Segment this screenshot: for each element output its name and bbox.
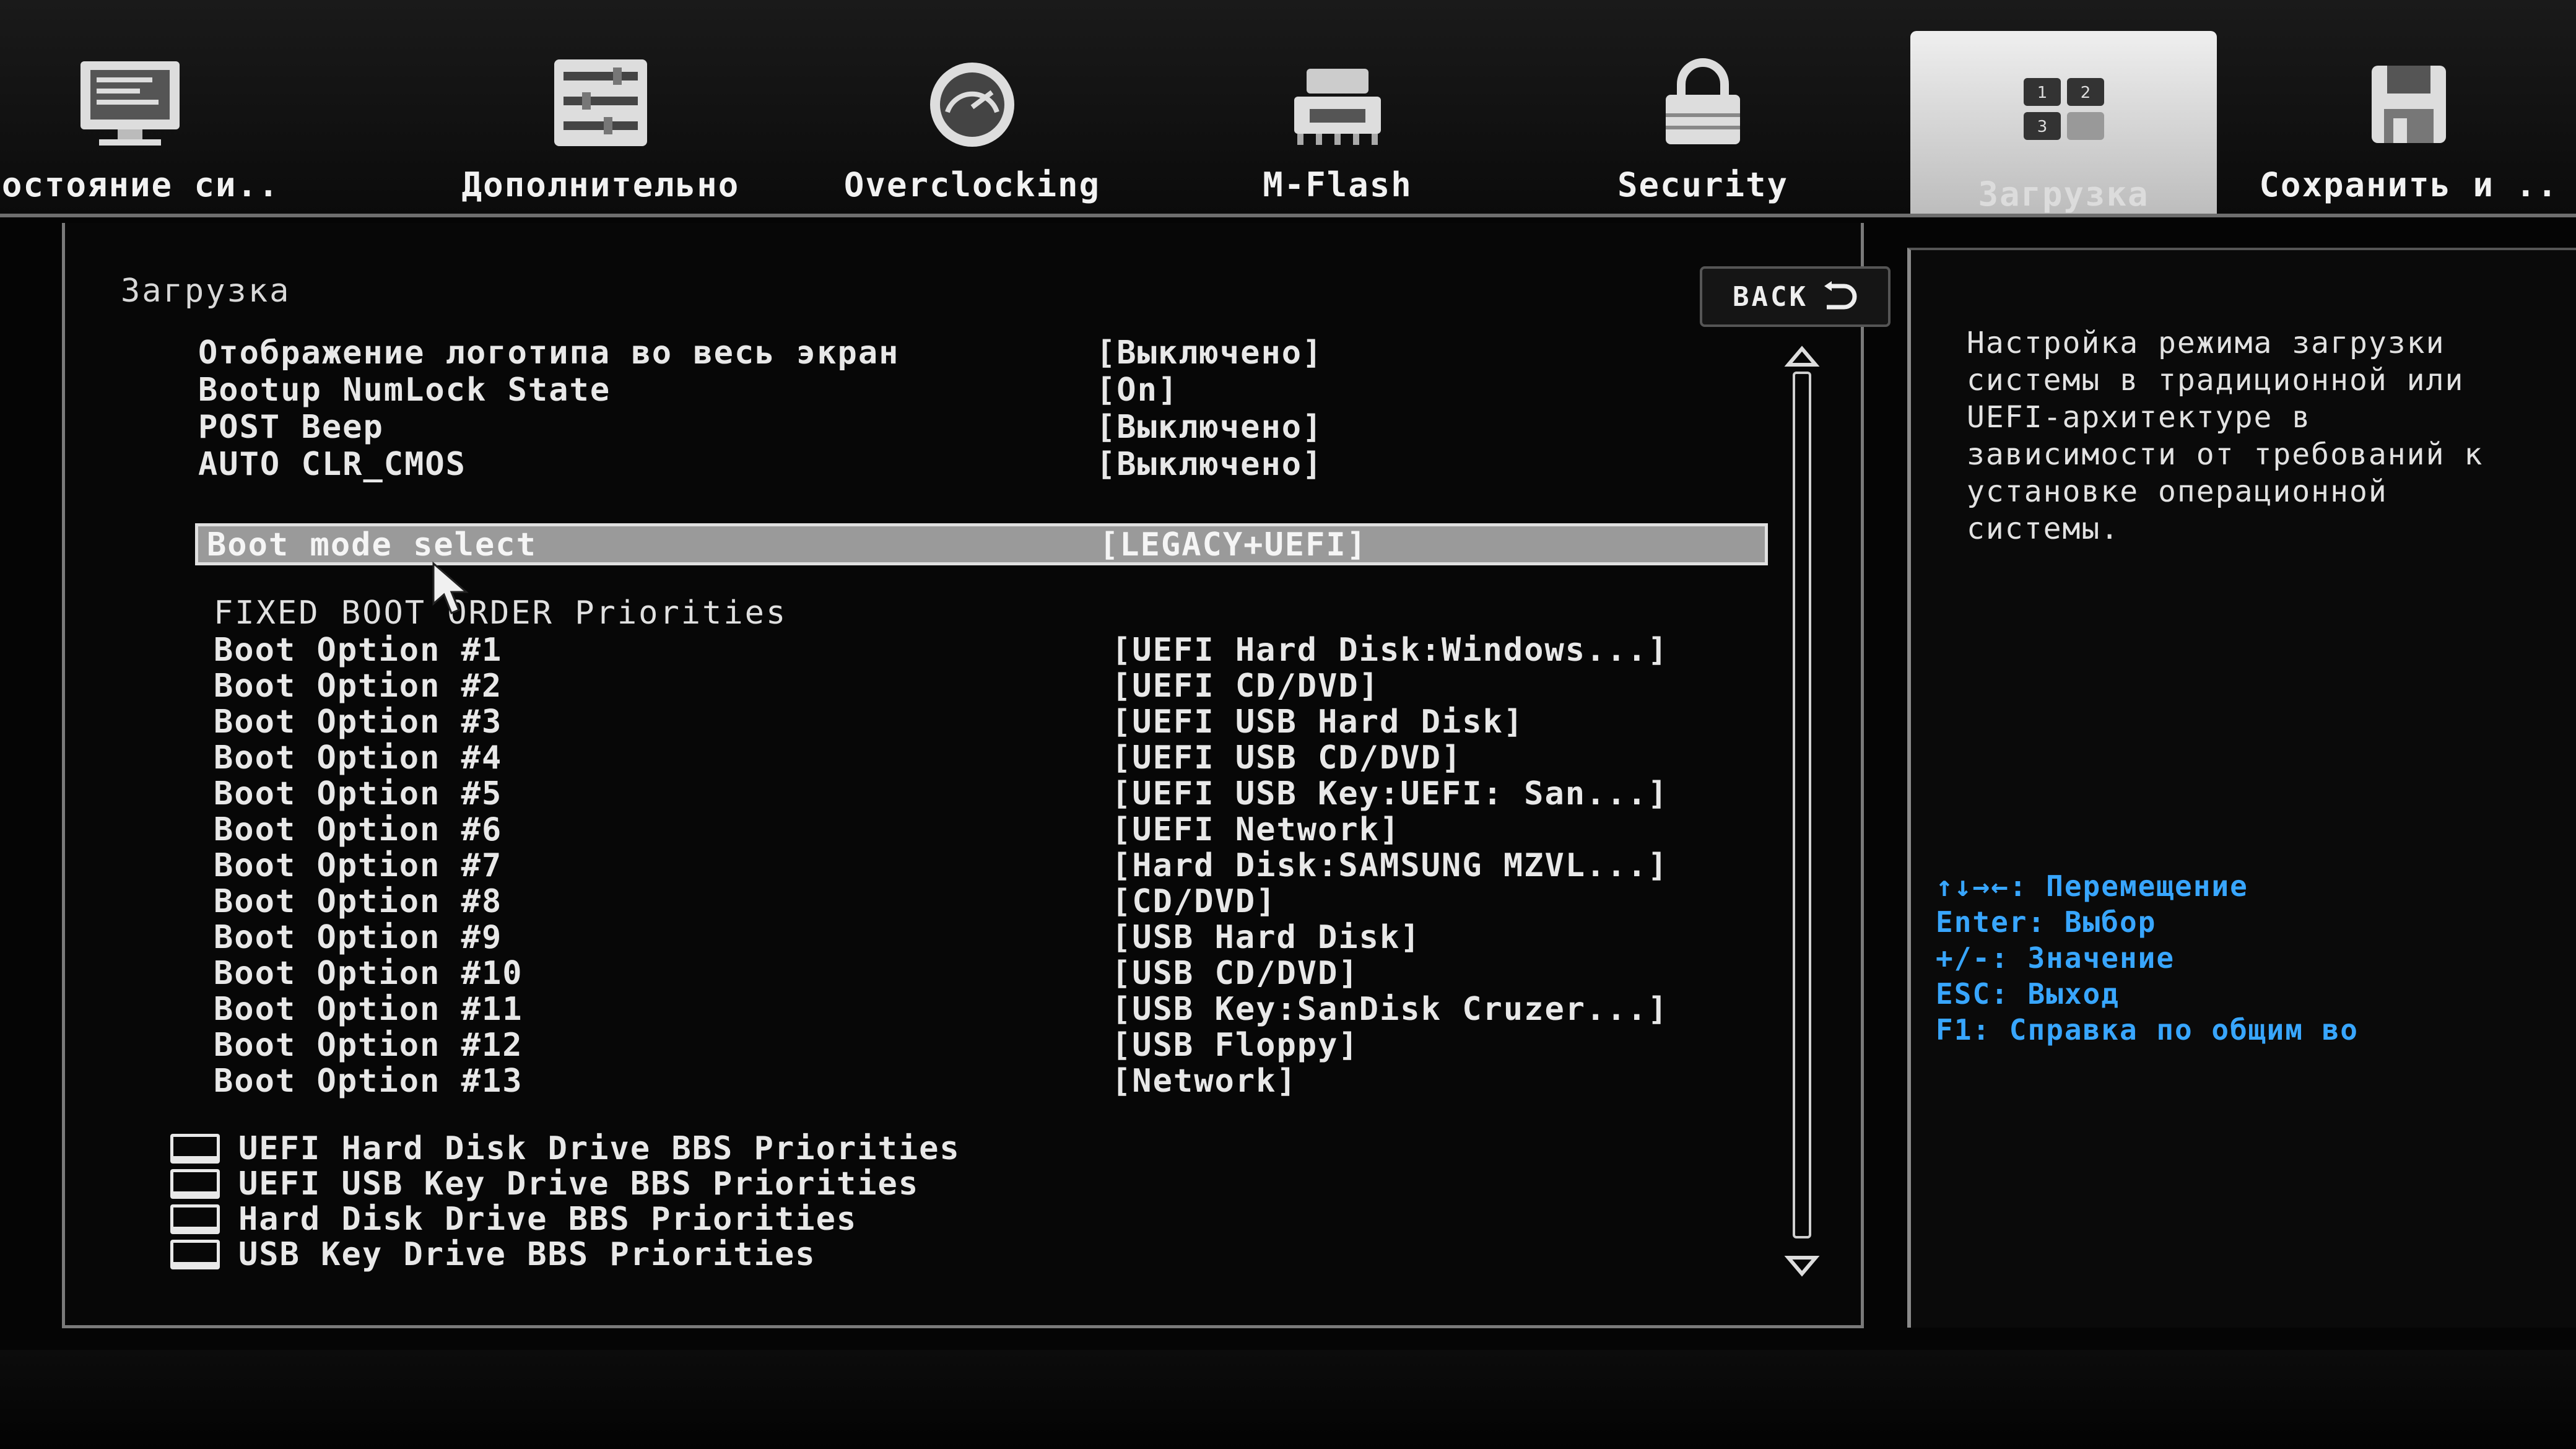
tab-label: Состояние си..: [0, 165, 280, 204]
boot-option-name: Boot Option #7: [214, 847, 503, 884]
top-tab-bar: Состояние си.. Дополнительно Overclockin…: [0, 0, 2576, 217]
boot-option-value[interactable]: [UEFI Hard Disk:Windows...]: [1112, 632, 1668, 669]
setting-value[interactable]: [On]: [1096, 372, 1178, 409]
boot-option-value[interactable]: [USB Floppy]: [1112, 1027, 1359, 1064]
submenu-label: USB Key Drive BBS Priorities: [238, 1236, 816, 1273]
scroll-down-arrow-icon[interactable]: [1783, 1254, 1821, 1279]
help-panel: Настройка режима загрузки системы в трад…: [1907, 248, 2576, 1328]
boot-option-value[interactable]: [UEFI CD/DVD]: [1112, 668, 1380, 705]
tab-m-flash[interactable]: M-Flash: [1214, 19, 1461, 204]
tab-label: Дополнительно: [461, 165, 740, 204]
setting-value[interactable]: [Выключено]: [1096, 334, 1323, 372]
back-label: BACK: [1733, 281, 1808, 313]
boot-option-value[interactable]: [UEFI Network]: [1112, 811, 1400, 848]
help-description: Настройка режима загрузки системы в трад…: [1967, 326, 2484, 546]
submenu-uefi-hdd-bbs[interactable]: UEFI Hard Disk Drive BBS Priorities: [170, 1130, 960, 1167]
submenu-label: Hard Disk Drive BBS Priorities: [238, 1201, 858, 1238]
tab-label: Overclocking: [843, 165, 1101, 204]
return-arrow-icon: [1824, 281, 1857, 310]
section-title: Загрузка: [121, 272, 291, 310]
hint-enter: Enter: Выбор: [1936, 905, 2157, 939]
boot-option-name: Boot Option #10: [214, 955, 523, 992]
setting-name: Отображение логотипа во весь экран: [198, 334, 900, 372]
gauge-icon: [930, 63, 1014, 147]
tab-label: Сохранить и ..: [2259, 165, 2559, 204]
scroll-up-arrow-icon[interactable]: [1783, 344, 1821, 368]
boot-option-value[interactable]: [USB Key:SanDisk Cruzer...]: [1112, 991, 1668, 1028]
hint-help: F1: Справка по общим во: [1936, 1013, 2359, 1046]
back-button[interactable]: BACK: [1700, 266, 1891, 327]
tab-label: Security: [1617, 165, 1789, 204]
submenu-icon: [170, 1240, 220, 1269]
padlock-icon: [1666, 58, 1740, 144]
tab-label: M-Flash: [1263, 165, 1412, 204]
setting-name: POST Beep: [198, 409, 384, 446]
hint-escape: ESC: Выход: [1936, 977, 2120, 1011]
boot-option-value[interactable]: [UEFI USB Key:UEFI: San...]: [1112, 775, 1668, 812]
boot-option-name: Boot Option #13: [214, 1063, 523, 1100]
tab-overclocking[interactable]: Overclocking: [817, 19, 1127, 204]
setting-value[interactable]: [Выключено]: [1096, 446, 1323, 483]
hint-navigate: ↑↓→←: Перемещение: [1936, 869, 2248, 903]
svg-text:2: 2: [2080, 84, 2091, 102]
svg-text:1: 1: [2037, 84, 2047, 102]
setting-value[interactable]: [Выключено]: [1096, 409, 1323, 446]
boot-option-name: Boot Option #1: [214, 632, 503, 669]
floppy-disk-icon: [2372, 66, 2446, 143]
bios-chip-icon: [1294, 69, 1381, 145]
boot-option-name: Boot Option #8: [214, 883, 503, 920]
boot-option-name: Boot Option #12: [214, 1027, 523, 1064]
boot-option-value[interactable]: [Hard Disk:SAMSUNG MZVL...]: [1112, 847, 1668, 884]
setting-name: Boot mode select: [207, 526, 537, 564]
boot-option-value[interactable]: [UEFI USB Hard Disk]: [1112, 703, 1524, 741]
tab-label: Загрузка: [1978, 175, 2149, 214]
submenu-icon: [170, 1204, 220, 1234]
submenu-usb-key-bbs[interactable]: USB Key Drive BBS Priorities: [170, 1236, 816, 1273]
submenu-hdd-bbs[interactable]: Hard Disk Drive BBS Priorities: [170, 1201, 857, 1238]
boot-order-icon: 1 2 3: [2023, 78, 2104, 140]
tab-advanced[interactable]: Дополнительно: [446, 19, 755, 204]
boot-option-name: Boot Option #2: [214, 668, 503, 705]
hint-value: +/-: Значение: [1936, 941, 2175, 975]
boot-mode-select-row[interactable]: Boot mode select [LEGACY+UEFI]: [195, 523, 1768, 565]
boot-option-value[interactable]: [Network]: [1112, 1063, 1297, 1100]
boot-option-name: Boot Option #3: [214, 703, 503, 741]
boot-option-value[interactable]: [UEFI USB CD/DVD]: [1112, 739, 1462, 777]
tab-save-exit[interactable]: Сохранить и ..: [2254, 19, 2564, 204]
boot-option-name: Boot Option #5: [214, 775, 503, 812]
setting-value[interactable]: [LEGACY+UEFI]: [1099, 526, 1367, 564]
boot-option-value[interactable]: [USB CD/DVD]: [1112, 955, 1359, 992]
boot-option-value[interactable]: [USB Hard Disk]: [1112, 919, 1421, 956]
boot-option-name: Boot Option #6: [214, 811, 503, 848]
boot-option-value[interactable]: [CD/DVD]: [1112, 883, 1276, 920]
fixed-boot-order-header: FIXED BOOT ORDER Priorities: [214, 594, 788, 632]
scrollbar[interactable]: [1793, 372, 1811, 1238]
boot-option-name: Boot Option #9: [214, 919, 503, 956]
svg-text:3: 3: [2037, 118, 2047, 136]
setting-name: Bootup NumLock State: [198, 372, 611, 409]
submenu-icon: [170, 1134, 220, 1164]
setting-name: AUTO CLR_CMOS: [198, 446, 466, 483]
tab-security[interactable]: Security: [1573, 19, 1833, 204]
sliders-icon: [554, 59, 647, 146]
tab-boot[interactable]: 1 2 3 Загрузка: [1910, 31, 2217, 214]
boot-settings-panel: Загрузка BACK Отображение логотипа во ве…: [62, 223, 1891, 1328]
screen-bottom-bezel: [0, 1350, 2576, 1449]
submenu-label: UEFI USB Key Drive BBS Priorities: [238, 1165, 920, 1203]
mouse-pointer-icon: [432, 561, 469, 614]
tab-system-status[interactable]: Состояние си..: [0, 19, 279, 204]
boot-option-name: Boot Option #4: [214, 739, 503, 777]
monitor-icon: [80, 61, 180, 146]
submenu-label: UEFI Hard Disk Drive BBS Priorities: [238, 1130, 960, 1167]
submenu-icon: [170, 1169, 220, 1199]
boot-option-name: Boot Option #11: [214, 991, 523, 1028]
submenu-uefi-usb-key-bbs[interactable]: UEFI USB Key Drive BBS Priorities: [170, 1165, 919, 1203]
